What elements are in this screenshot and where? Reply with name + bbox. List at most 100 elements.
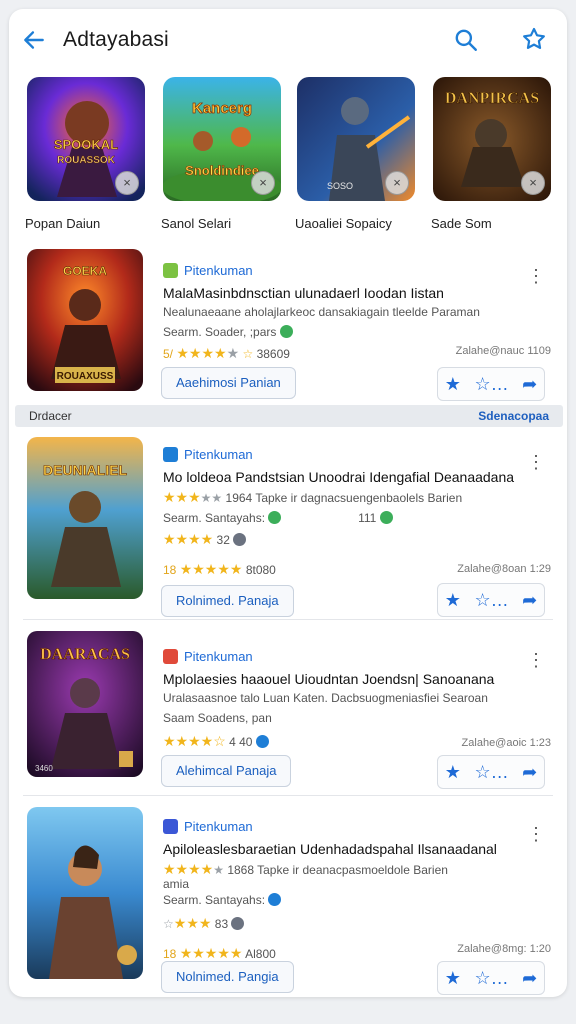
publisher-label: Pitenkuman — [184, 818, 253, 834]
section-band: Drdacer Sdenacopaa — [15, 405, 563, 427]
star-outline-icon: ☆ — [242, 347, 254, 361]
svg-text:Snoldindiee: Snoldindiee — [185, 163, 259, 178]
status-dot-icon — [233, 533, 247, 546]
open-button[interactable]: Rolnimed. Panaja — [161, 585, 294, 617]
list-item[interactable]: Pitenkuman Apiloleaslesbaraetian Udenhad… — [9, 803, 567, 995]
item-title: MalaMasinbdnsctian ulunadaerl Ioodan Iis… — [163, 285, 444, 301]
svg-text:DANPIRCAS: DANPIRCAS — [445, 90, 539, 107]
game-artwork: GOEKA ROUAXUSS — [27, 249, 143, 391]
open-button[interactable]: Alehimcal Panaja — [161, 755, 292, 787]
share-icon[interactable]: ➦ — [522, 590, 537, 611]
status-dot-icon — [255, 735, 269, 748]
featured-caption: Uaoaliei Sopaicy — [295, 216, 392, 231]
game-artwork: DEUNIALIEL — [27, 437, 143, 599]
game-artwork: DANPIRCAS × — [433, 77, 551, 201]
action-group: ★ ☆… ➦ — [437, 755, 545, 789]
close-icon[interactable]: × — [521, 171, 545, 195]
publisher-icon — [163, 818, 178, 834]
svg-text:Kancerg: Kancerg — [192, 100, 252, 117]
item-line3: Searm. Santayahs: 111 — [163, 511, 393, 525]
star-rating-icon: ★★★★ — [163, 531, 214, 547]
featured-caption: Sade Som — [431, 216, 492, 231]
more-options-icon[interactable]: ⋮ — [527, 267, 545, 285]
art-label: DEUNIALIEL — [43, 462, 127, 478]
close-icon[interactable]: × — [251, 171, 275, 195]
open-button[interactable]: Aaehimosi Panian — [161, 367, 296, 399]
item-title: Apiloleaslesbaraetian Udenhadadspahal Il… — [163, 841, 497, 857]
publisher-tag: Pitenkuman — [163, 817, 253, 835]
rating-row-secondary: ★★★★ 32 — [163, 531, 247, 548]
divider — [23, 619, 553, 620]
share-icon[interactable]: ➦ — [522, 374, 537, 395]
featured-item[interactable]: SOSO × Uaoaliei Sopaicy — [293, 75, 415, 235]
item-line3: Saam Soadens, pan — [163, 711, 272, 725]
more-options-icon[interactable]: ⋮ — [527, 651, 545, 669]
item-subtitle: ★★★★★ 1964 Tapke ir dagnacsuengenbaolels… — [163, 489, 463, 505]
star-icon[interactable] — [521, 26, 547, 52]
list-item[interactable]: DAARACAS 3460 Pitenkuman Mplolaesies haa… — [9, 627, 567, 797]
item-date: Zalahe@8oan 1:29 — [457, 563, 551, 575]
star-filled-icon[interactable]: ★ — [445, 590, 461, 611]
more-options-icon[interactable]: ⋮ — [527, 825, 545, 843]
publisher-label: Pitenkuman — [184, 446, 253, 462]
item-date: Zalahe@8mg: 1:20 — [457, 943, 551, 955]
publisher-label: Pitenkuman — [184, 262, 253, 278]
status-dot-icon — [268, 511, 282, 524]
list-item[interactable]: DEUNIALIEL Pitenkuman Mo loldeoa Pandsts… — [9, 433, 567, 623]
star-rating-icon: ★★★★★ — [176, 345, 240, 361]
star-outline-icon[interactable]: ☆… — [474, 590, 508, 611]
share-icon[interactable]: ➦ — [522, 762, 537, 783]
share-icon[interactable]: ➦ — [522, 968, 537, 989]
app-card: Adtayabasi SPOOKAL ROUASSOK × Popan Daiu… — [9, 9, 567, 997]
star-outline-icon[interactable]: ☆… — [474, 374, 508, 395]
svg-text:GOEKA: GOEKA — [63, 264, 107, 278]
section-link[interactable]: Sdenacopaa — [478, 409, 549, 423]
page-title: Adtayabasi — [63, 28, 169, 51]
art-badge: 3460 — [35, 764, 53, 773]
game-artwork: SOSO × — [297, 77, 415, 201]
star-rating-icon: ★★★★★ — [179, 561, 243, 577]
featured-item[interactable]: SPOOKAL ROUASSOK × Popan Daiun — [23, 75, 145, 235]
star-filled-icon[interactable]: ★ — [445, 968, 461, 989]
status-dot-icon — [268, 893, 282, 906]
open-button[interactable]: Nolnimed. Pangia — [161, 961, 294, 993]
status-dot-icon — [379, 511, 393, 524]
star-rating-icon: ★★★★★ — [179, 945, 243, 961]
svg-text:SPOOKAL: SPOOKAL — [54, 137, 118, 152]
publisher-icon — [163, 262, 178, 278]
section-label: Drdacer — [29, 409, 72, 423]
item-date: Zalahe@aoic 1:23 — [461, 737, 551, 749]
arrow-left-icon[interactable] — [21, 27, 47, 53]
divider — [23, 795, 553, 796]
featured-row: SPOOKAL ROUASSOK × Popan Daiun Kancerg S… — [9, 75, 567, 237]
close-icon[interactable]: × — [115, 171, 139, 195]
star-outline-icon[interactable]: ☆… — [474, 968, 508, 989]
game-artwork: Kancerg Snoldindiee × — [163, 77, 281, 201]
featured-caption: Sanol Selari — [161, 216, 232, 231]
list-item[interactable]: GOEKA ROUAXUSS Pitenkuman MalaMasinbdnsc… — [9, 245, 567, 405]
publisher-icon — [163, 446, 178, 462]
featured-item[interactable]: DANPIRCAS × Sade Som — [429, 75, 551, 235]
art-label: DAARACAS — [40, 646, 130, 663]
star-outline-icon[interactable]: ☆… — [474, 762, 508, 783]
rating-row: 18 ★★★★★ 8t080 — [163, 561, 276, 577]
svg-text:SOSO: SOSO — [327, 181, 353, 191]
publisher-tag: Pitenkuman — [163, 445, 253, 463]
star-filled-icon[interactable]: ★ — [445, 374, 461, 395]
close-icon[interactable]: × — [385, 171, 409, 195]
publisher-tag: Pitenkuman — [163, 261, 253, 279]
art-label: ROUAXUSS — [57, 371, 114, 382]
game-artwork — [27, 807, 143, 979]
rating-row-secondary: ☆★★★ 83 — [163, 915, 245, 932]
star-filled-icon[interactable]: ★ — [445, 762, 461, 783]
rating-row: ★★★★☆ 4 40 — [163, 733, 269, 750]
item-line3: Searm. Santayahs: — [163, 893, 282, 907]
publisher-label: Pitenkuman — [184, 648, 253, 664]
rating-row: 5/ ★★★★★ ☆ 38609 — [163, 345, 290, 361]
search-icon[interactable] — [453, 27, 479, 53]
featured-item[interactable]: Kancerg Snoldindiee × Sanol Selari — [159, 75, 281, 235]
app-header: Adtayabasi — [9, 9, 567, 71]
item-title: Mplolaesies haaouel Uioudntan Joendsn| S… — [163, 671, 495, 687]
item-title: Mo loldeoa Pandstsian Unoodrai Idengafia… — [163, 469, 515, 485]
more-options-icon[interactable]: ⋮ — [527, 453, 545, 471]
